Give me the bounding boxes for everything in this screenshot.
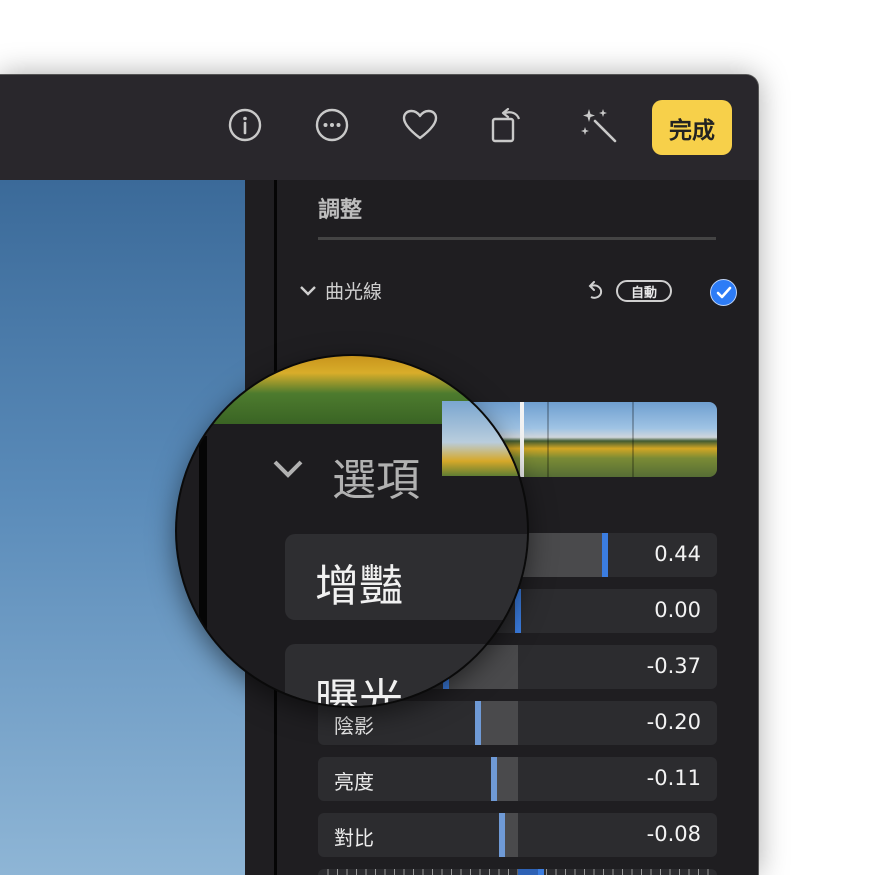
slider-handle[interactable] xyxy=(538,869,544,875)
info-icon xyxy=(228,108,262,142)
enable-checkbox[interactable] xyxy=(710,279,737,306)
more-icon xyxy=(315,108,349,142)
auto-enhance-button[interactable] xyxy=(576,102,622,148)
sidebar-title: 調整 xyxy=(318,198,363,223)
chevron-down-icon xyxy=(273,460,303,478)
exposure-card: 曝光 xyxy=(285,644,527,706)
loupe-filmstrip xyxy=(177,356,487,424)
photos-edit-window: 完成 調整 曲光線 自動 0.44 0.00 -0.37 陰影 -0.20 亮度… xyxy=(0,75,758,875)
slider-value: -0.11 xyxy=(646,766,701,790)
section-label: 曲光線 xyxy=(325,281,383,303)
auto-button[interactable]: 自動 xyxy=(616,280,672,302)
slider-value: 0.44 xyxy=(654,542,701,566)
loupe-filmstrip xyxy=(442,401,527,476)
adjust-slider[interactable]: 陰影 -0.20 xyxy=(318,701,717,745)
slider-fill xyxy=(494,757,518,801)
magnifier-loupe: 選項 增豔 曝光 xyxy=(177,356,527,706)
rotate-icon xyxy=(491,107,521,143)
filmstrip-separator xyxy=(547,402,549,477)
chevron-down-icon xyxy=(300,286,316,296)
adjust-slider[interactable]: 對比 -0.08 xyxy=(318,813,717,857)
slider-value: -0.08 xyxy=(646,822,701,846)
checkmark-icon xyxy=(716,286,731,298)
toolbar: 完成 xyxy=(0,75,758,180)
slider-label: 亮度 xyxy=(334,770,374,794)
adjust-slider[interactable]: 黑點0.14 xyxy=(318,869,717,875)
favorite-button[interactable] xyxy=(397,102,443,148)
slider-handle[interactable] xyxy=(499,813,505,857)
vibrance-label: 增豔 xyxy=(315,561,403,612)
done-button[interactable]: 完成 xyxy=(652,100,732,155)
undo-icon[interactable] xyxy=(585,281,605,301)
loupe-divider xyxy=(199,436,207,706)
rotate-button[interactable] xyxy=(484,102,530,148)
info-button[interactable] xyxy=(222,102,268,148)
slider-fill xyxy=(478,701,518,745)
magic-wand-icon xyxy=(581,109,617,143)
slider-label: 陰影 xyxy=(334,714,374,738)
slider-value: 0.00 xyxy=(654,598,701,622)
section-header[interactable]: 曲光線 自動 xyxy=(297,277,737,313)
vibrance-card: 增豔 xyxy=(285,534,527,620)
slider-handle[interactable] xyxy=(491,757,497,801)
slider-value: -0.20 xyxy=(646,710,701,734)
slider-value: -0.37 xyxy=(646,654,701,678)
slider-handle[interactable] xyxy=(602,533,608,577)
sidebar-divider xyxy=(318,237,716,240)
options-label: 選項 xyxy=(332,455,420,506)
exposure-label: 曝光 xyxy=(315,675,403,706)
filmstrip-separator xyxy=(632,402,634,477)
slider-label: 對比 xyxy=(334,826,374,850)
more-button[interactable] xyxy=(309,102,355,148)
slider-handle[interactable] xyxy=(475,701,481,745)
adjust-slider[interactable]: 亮度 -0.11 xyxy=(318,757,717,801)
heart-icon xyxy=(402,109,438,140)
